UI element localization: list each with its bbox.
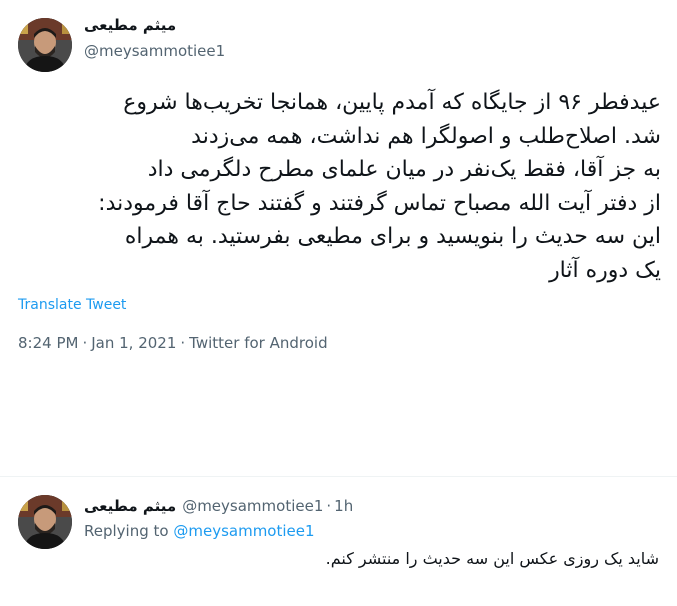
username-handle[interactable]: @meysammotiee1 [84,42,225,60]
separator: · [82,334,88,352]
main-tweet: میثم مطیعی @meysammotiee1 عیدفطر ۹۶ از ج… [0,0,677,380]
separator: · [180,334,186,352]
replying-to-label: Replying to [84,522,169,540]
display-name[interactable]: میثم مطیعی [84,16,176,34]
tweet-text: عیدفطر ۹۶ از جایگاه که آمدم پایین، همانج… [98,90,661,283]
reply-tweet[interactable]: میثم مطیعی @meysammotiee1 · 1h Replying to … [0,477,677,606]
tweet-source[interactable]: Twitter for Android [189,334,327,352]
translate-tweet-link[interactable]: Translate Tweet [18,297,126,313]
tweet-metadata: 8:24 PM · Jan 1, 2021 · Twitter for Android [18,334,328,352]
reply-text: شاید یک روزی عکس این سه حدیث را منتشر کن… [325,549,659,568]
username-handle[interactable]: @meysammotiee1 [182,497,323,515]
separator: · [326,497,332,515]
replying-to-mention[interactable]: @meysammotiee1 [173,522,314,540]
tweet-thread: میثم مطیعی @meysammotiee1 عیدفطر ۹۶ از ج… [0,0,677,606]
tweet-time[interactable]: 8:24 PM [18,334,78,352]
tweet-date[interactable]: Jan 1, 2021 [91,334,176,352]
profile-photo-icon [18,18,72,72]
replying-to: Replying to @meysammotiee1 [84,522,315,540]
display-name[interactable]: میثم مطیعی [84,497,176,515]
profile-photo-icon [18,495,72,549]
avatar[interactable] [18,18,72,72]
reply-header: میثم مطیعی @meysammotiee1 · 1h [84,497,353,515]
relative-time[interactable]: 1h [334,497,353,515]
avatar[interactable] [18,495,72,549]
